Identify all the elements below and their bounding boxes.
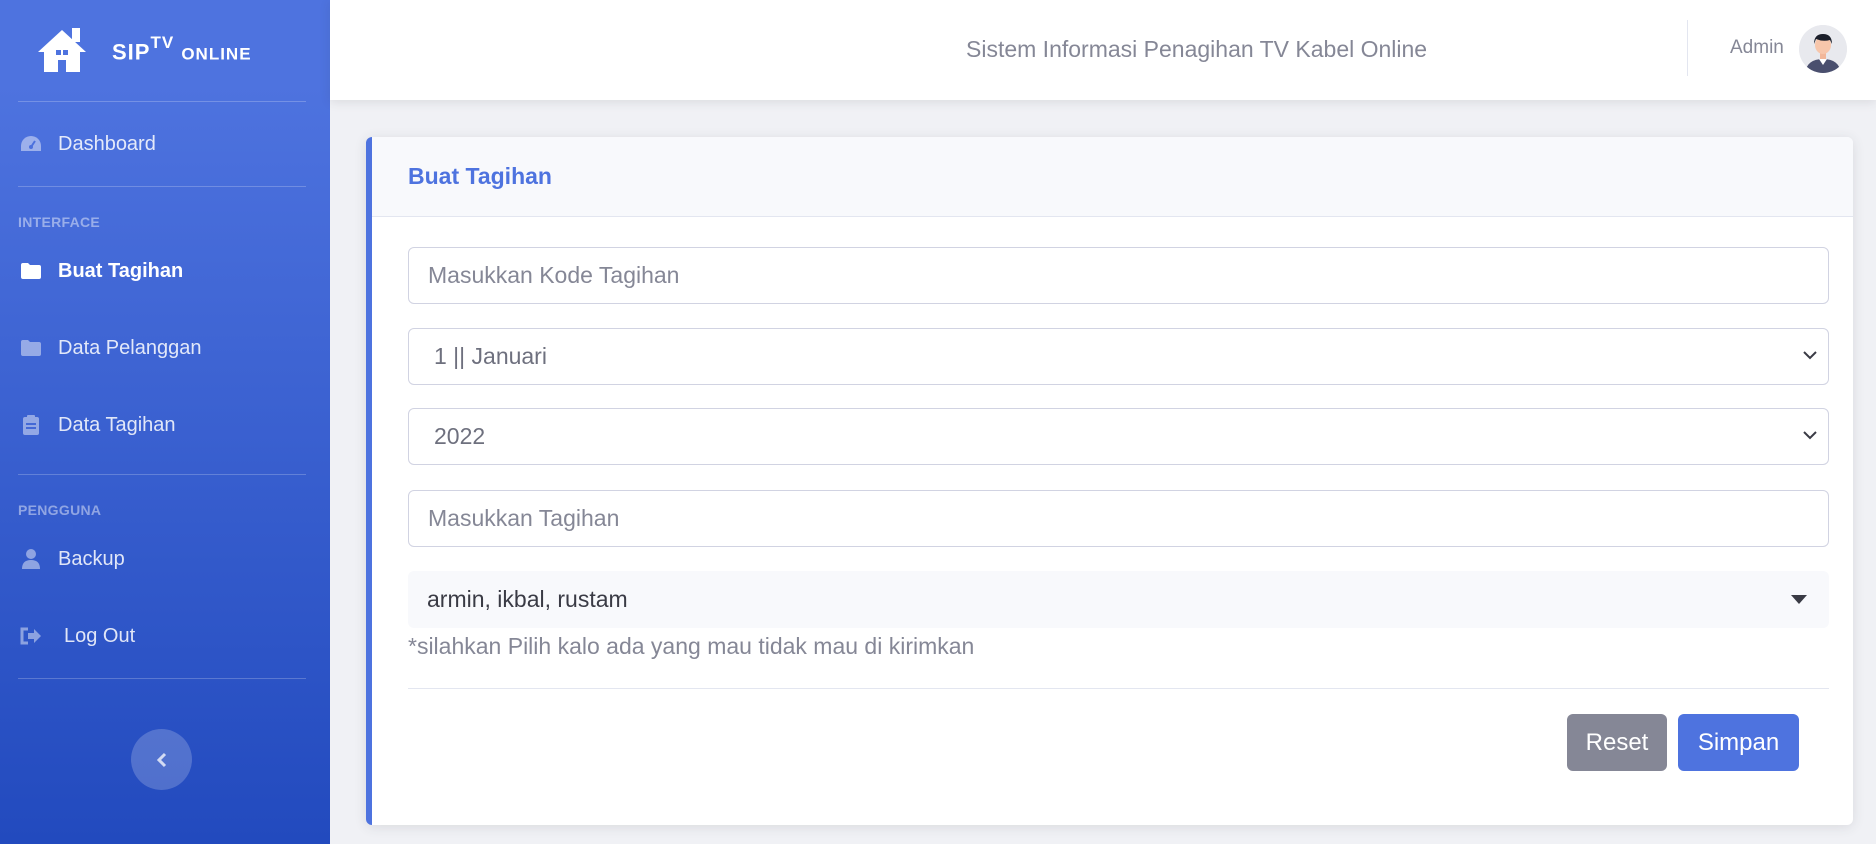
chevron-down-icon	[1803, 351, 1817, 360]
customer-multiselect[interactable]: armin, ikbal, rustam	[408, 571, 1829, 628]
year-select[interactable]: 2022	[408, 408, 1829, 465]
bill-code-placeholder: Masukkan Kode Tagihan	[428, 262, 680, 288]
avatar[interactable]	[1799, 25, 1847, 73]
page-title: Sistem Informasi Penagihan TV Kabel Onli…	[966, 36, 1428, 62]
sidebar-heading-interface: INTERFACE	[18, 214, 101, 230]
chevron-left-icon	[156, 752, 166, 767]
reset-button[interactable]: Reset	[1567, 714, 1667, 771]
brand[interactable]: SIPTV ONLINE	[0, 0, 330, 101]
month-select[interactable]: 1 || Januari	[408, 328, 1829, 385]
sidebar-item-data-tagihan[interactable]: Data Tagihan	[0, 390, 330, 460]
bill-amount-input[interactable]: Masukkan Tagihan	[408, 490, 1829, 547]
clipboard-icon	[20, 414, 42, 436]
divider	[1687, 20, 1688, 76]
create-bill-card: Buat Tagihan Masukkan Kode Tagihan 1 || …	[366, 137, 1853, 825]
divider	[18, 678, 306, 679]
user-name[interactable]: Admin	[1730, 37, 1784, 59]
sidebar-item-label: Log Out	[64, 624, 136, 647]
card-header: Buat Tagihan	[372, 137, 1853, 217]
sidebar-item-label: Data Pelanggan	[58, 336, 202, 359]
folder-icon	[20, 337, 42, 359]
month-selected-value: 1 || Januari	[434, 343, 547, 369]
user-icon	[20, 548, 42, 570]
sidebar-item-data-pelanggan[interactable]: Data Pelanggan	[0, 306, 330, 390]
house-icon	[38, 27, 86, 72]
sidebar-item-label: Buat Tagihan	[58, 259, 184, 282]
customer-selected-values: armin, ikbal, rustam	[427, 586, 628, 612]
sidebar-item-label: Backup	[58, 547, 125, 570]
save-button[interactable]: Simpan	[1678, 714, 1799, 771]
chevron-down-icon	[1803, 431, 1817, 440]
divider	[18, 186, 306, 187]
sidebar-item-logout[interactable]: Log Out	[0, 594, 330, 678]
customer-hint: *silahkan Pilih kalo ada yang mau tidak …	[408, 633, 975, 659]
folder-icon	[20, 260, 42, 282]
sign-out-icon	[20, 625, 42, 647]
year-selected-value: 2022	[434, 423, 486, 449]
sidebar-item-buat-tagihan[interactable]: Buat Tagihan	[0, 236, 330, 306]
brand-name: SIPTV ONLINE	[112, 32, 252, 65]
card-title: Buat Tagihan	[408, 163, 552, 189]
sidebar: SIPTV ONLINE Dashboard INTERFACE Buat Ta…	[0, 0, 330, 844]
caret-down-icon	[1791, 595, 1807, 604]
topbar: Sistem Informasi Penagihan TV Kabel Onli…	[330, 0, 1876, 100]
sidebar-heading-pengguna: PENGGUNA	[18, 502, 102, 518]
sidebar-item-dashboard[interactable]: Dashboard	[0, 102, 330, 186]
sidebar-item-label: Dashboard	[58, 132, 156, 155]
bill-amount-placeholder: Masukkan Tagihan	[428, 505, 620, 531]
sidebar-item-backup[interactable]: Backup	[0, 524, 330, 594]
divider	[18, 474, 306, 475]
bill-code-input[interactable]: Masukkan Kode Tagihan	[408, 247, 1829, 304]
divider	[408, 688, 1829, 689]
sidebar-toggle-button[interactable]	[131, 729, 192, 790]
tachometer-icon	[20, 133, 42, 155]
sidebar-item-label: Data Tagihan	[58, 413, 176, 436]
